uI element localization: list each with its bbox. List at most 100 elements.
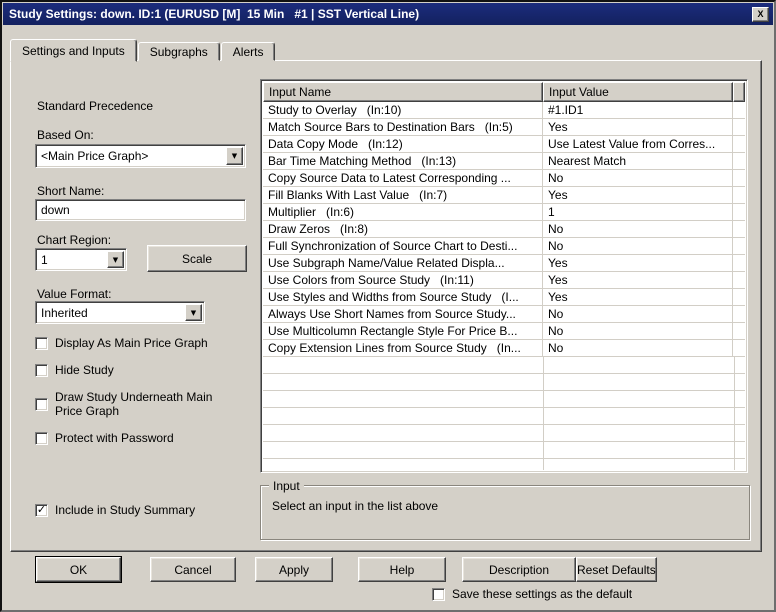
- checkbox[interactable]: ✓: [35, 503, 48, 517]
- table-row[interactable]: Study to Overlay (In:10) #1.ID1: [263, 102, 745, 119]
- input-value-cell: No: [543, 221, 733, 237]
- checkbox[interactable]: ✓: [432, 587, 445, 601]
- chart-region-select[interactable]: 1 ▼: [35, 248, 127, 271]
- input-value-cell: No: [543, 323, 733, 339]
- study-settings-dialog: Study Settings: down. ID:1 (EURUSD [M] 1…: [0, 0, 776, 612]
- input-value-cell: No: [543, 170, 733, 186]
- table-row[interactable]: Use Styles and Widths from Source Study …: [263, 289, 745, 306]
- table-body: Study to Overlay (In:10) #1.ID1 Match So…: [263, 102, 745, 357]
- close-icon: X: [757, 9, 764, 19]
- footer-button[interactable]: Help: [358, 557, 446, 582]
- input-groupbox-title: Input: [269, 479, 304, 493]
- column-header-input-value[interactable]: Input Value: [543, 82, 733, 102]
- tab-bar: Settings and Inputs Subgraphs Alerts: [10, 38, 276, 62]
- save-default-row[interactable]: ✓ Save these settings as the default: [432, 587, 632, 601]
- column-header-filler: [733, 82, 745, 102]
- dropdown-arrow-icon[interactable]: ▼: [107, 251, 124, 268]
- input-value-cell: No: [543, 306, 733, 322]
- input-name-cell: Draw Zeros (In:8): [263, 221, 543, 237]
- option-checkbox-row[interactable]: ✓ Display As Main Price Graph: [35, 336, 240, 350]
- short-name-input[interactable]: down: [35, 199, 246, 221]
- standard-precedence-label: Standard Precedence: [37, 99, 154, 113]
- checkbox-label: Protect with Password: [55, 431, 174, 445]
- footer-button[interactable]: Description: [462, 557, 576, 582]
- tab[interactable]: Subgraphs: [137, 42, 220, 61]
- input-name-cell: Copy Source Data to Latest Corresponding…: [263, 170, 543, 186]
- input-name-cell: Use Colors from Source Study (In:11): [263, 272, 543, 288]
- checkbox[interactable]: ✓: [35, 336, 48, 350]
- input-value-cell: Yes: [543, 187, 733, 203]
- table-row[interactable]: Multiplier (In:6) 1: [263, 204, 745, 221]
- checkbox-label: Draw Study Underneath Main Price Graph: [55, 390, 213, 418]
- option-checkbox-group: ✓ Display As Main Price Graph ✓ Hide Stu…: [35, 336, 240, 445]
- input-name-cell: Bar Time Matching Method (In:13): [263, 153, 543, 169]
- check-icon: ✓: [36, 503, 47, 516]
- option-checkbox-row[interactable]: ✓ Draw Study Underneath Main Price Graph: [35, 390, 240, 418]
- dropdown-arrow-icon[interactable]: ▼: [226, 147, 243, 165]
- input-value-cell: Yes: [543, 119, 733, 135]
- input-name-cell: Use Subgraph Name/Value Related Displa..…: [263, 255, 543, 271]
- input-name-cell: Data Copy Mode (In:12): [263, 136, 543, 152]
- checkbox-label: Save these settings as the default: [452, 587, 633, 601]
- table-row[interactable]: Copy Extension Lines from Source Study (…: [263, 340, 745, 357]
- tab-label: Settings and Inputs: [22, 44, 125, 58]
- close-button[interactable]: X: [752, 6, 769, 22]
- value-format-select[interactable]: Inherited ▼: [35, 301, 205, 324]
- based-on-value: <Main Price Graph>: [41, 149, 149, 163]
- tab-label: Subgraphs: [149, 45, 208, 59]
- footer-button[interactable]: Reset Defaults: [576, 557, 657, 582]
- footer-button[interactable]: Cancel: [150, 557, 236, 582]
- table-row[interactable]: Fill Blanks With Last Value (In:7) Yes: [263, 187, 745, 204]
- input-value-cell: Yes: [543, 255, 733, 271]
- footer-button[interactable]: OK: [35, 556, 122, 583]
- input-value-cell: Yes: [543, 289, 733, 305]
- checkbox-label: Hide Study: [55, 363, 114, 377]
- table-empty-area: [263, 357, 745, 470]
- table-row[interactable]: Copy Source Data to Latest Corresponding…: [263, 170, 745, 187]
- input-value-cell: No: [543, 340, 733, 356]
- input-value-cell: 1: [543, 204, 733, 220]
- table-row[interactable]: Match Source Bars to Destination Bars (I…: [263, 119, 745, 136]
- checkbox-label: Display As Main Price Graph: [55, 336, 208, 350]
- input-name-cell: Full Synchronization of Source Chart to …: [263, 238, 543, 254]
- table-row[interactable]: Always Use Short Names from Source Study…: [263, 306, 745, 323]
- input-name-cell: Always Use Short Names from Source Study…: [263, 306, 543, 322]
- footer-button[interactable]: Apply: [255, 557, 333, 582]
- input-name-cell: Use Multicolumn Rectangle Style For Pric…: [263, 323, 543, 339]
- checkbox[interactable]: ✓: [35, 431, 48, 445]
- input-name-cell: Study to Overlay (In:10): [263, 102, 543, 118]
- based-on-select[interactable]: <Main Price Graph> ▼: [35, 144, 246, 168]
- column-header-input-name[interactable]: Input Name: [263, 82, 543, 102]
- table-row[interactable]: Use Subgraph Name/Value Related Displa..…: [263, 255, 745, 272]
- input-name-cell: Use Styles and Widths from Source Study …: [263, 289, 543, 305]
- option-checkbox-row[interactable]: ✓ Protect with Password: [35, 431, 240, 445]
- title-bar: Study Settings: down. ID:1 (EURUSD [M] 1…: [3, 3, 773, 25]
- table-header: Input Name Input Value: [263, 82, 745, 102]
- tab[interactable]: Settings and Inputs: [10, 39, 137, 62]
- short-name-label: Short Name:: [37, 184, 105, 198]
- chart-region-value: 1: [41, 252, 48, 267]
- input-value-cell: Nearest Match: [543, 153, 733, 169]
- footer-button-bar: OK Cancel Apply Help Description Reset D…: [20, 556, 657, 583]
- table-row[interactable]: Use Colors from Source Study (In:11) Yes: [263, 272, 745, 289]
- input-name-cell: Fill Blanks With Last Value (In:7): [263, 187, 543, 203]
- table-row[interactable]: Full Synchronization of Source Chart to …: [263, 238, 745, 255]
- input-value-cell: Use Latest Value from Corres...: [543, 136, 733, 152]
- value-format-label: Value Format:: [37, 287, 112, 301]
- checkbox[interactable]: ✓: [35, 397, 48, 411]
- table-row[interactable]: Use Multicolumn Rectangle Style For Pric…: [263, 323, 745, 340]
- table-row[interactable]: Draw Zeros (In:8) No: [263, 221, 745, 238]
- include-in-summary-row[interactable]: ✓ Include in Study Summary: [35, 503, 195, 517]
- checkbox-label: Include in Study Summary: [55, 503, 196, 517]
- input-name-cell: Copy Extension Lines from Source Study (…: [263, 340, 543, 356]
- window-title: Study Settings: down. ID:1 (EURUSD [M] 1…: [9, 7, 420, 21]
- tab[interactable]: Alerts: [220, 42, 276, 61]
- option-checkbox-row[interactable]: ✓ Hide Study: [35, 363, 240, 377]
- table-row[interactable]: Bar Time Matching Method (In:13) Nearest…: [263, 153, 745, 170]
- dropdown-arrow-icon[interactable]: ▼: [185, 304, 202, 321]
- scale-button[interactable]: Scale: [147, 245, 247, 272]
- table-row[interactable]: Data Copy Mode (In:12) Use Latest Value …: [263, 136, 745, 153]
- input-value-cell: Yes: [543, 272, 733, 288]
- checkbox[interactable]: ✓: [35, 363, 48, 377]
- inputs-table: Input Name Input Value Study to Overlay …: [260, 79, 748, 473]
